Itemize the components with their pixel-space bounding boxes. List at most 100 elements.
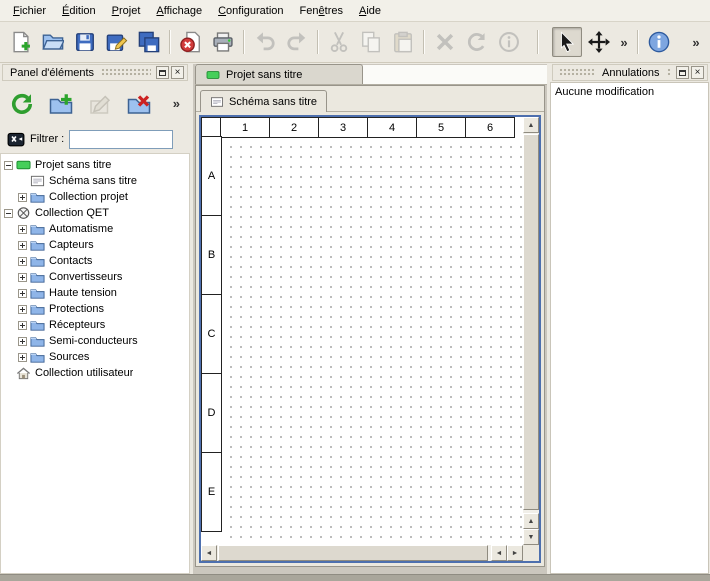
menu-configuration[interactable]: Configuration	[210, 1, 291, 21]
menu-aide[interactable]: Aide	[351, 1, 389, 21]
dock-grip[interactable]	[559, 68, 595, 77]
float-panel-button[interactable]	[156, 66, 169, 79]
edit-element-button[interactable]	[84, 88, 116, 120]
scroll-left-button[interactable]: ◄	[201, 545, 217, 561]
tree-item-schema-sans-titre[interactable]: Schéma sans titre	[1, 173, 189, 189]
close-panel-button[interactable]: ×	[171, 66, 184, 79]
menu-projet[interactable]: Projet	[104, 1, 149, 21]
tree-item-recepteurs[interactable]: Récepteurs	[1, 317, 189, 333]
elements-toolbar-overflow-button[interactable]: »	[173, 97, 180, 111]
tree-item-projet-sans-titre[interactable]: Projet sans titre	[1, 157, 189, 173]
cut-button[interactable]	[324, 27, 354, 57]
expand-icon[interactable]	[18, 289, 27, 298]
scroll-right-button[interactable]: ►	[507, 545, 523, 561]
tree-item-protections[interactable]: Protections	[1, 301, 189, 317]
project-tab-bar: Projet sans titre	[195, 65, 547, 85]
expand-icon[interactable]	[18, 305, 27, 314]
select-mode-button[interactable]	[552, 27, 582, 57]
expand-icon[interactable]	[18, 353, 27, 362]
tree-item-collection-qet[interactable]: Collection QET	[1, 205, 189, 221]
menu-affichage[interactable]: Affichage	[148, 1, 210, 21]
expand-icon[interactable]	[18, 337, 27, 346]
expand-icon[interactable]	[18, 257, 27, 266]
save-button[interactable]	[70, 27, 100, 57]
expand-icon[interactable]	[18, 273, 27, 282]
expand-icon[interactable]	[18, 193, 27, 202]
menu-edition[interactable]: Édition	[54, 1, 104, 21]
reload-collections-button[interactable]	[6, 88, 38, 120]
close-document-button[interactable]	[176, 27, 206, 57]
scroll-left-button-2[interactable]: ◄	[491, 545, 507, 561]
menu-fenetres[interactable]: Fenêtres	[292, 1, 351, 21]
tree-item-collection-projet[interactable]: Collection projet	[1, 189, 189, 205]
delete-icon	[434, 31, 456, 53]
print-button[interactable]	[208, 27, 238, 57]
tree-item-contacts[interactable]: Contacts	[1, 253, 189, 269]
close-panel-button[interactable]: ×	[691, 66, 704, 79]
save-as-button[interactable]	[102, 27, 132, 57]
selection-info-button[interactable]	[494, 27, 524, 57]
horizontal-scroll-thumb[interactable]	[218, 545, 488, 561]
tree-item-sources[interactable]: Sources	[1, 349, 189, 365]
scroll-up-button-2[interactable]: ▲	[523, 513, 539, 529]
tree-item-capteurs[interactable]: Capteurs	[1, 237, 189, 253]
close-file-icon	[180, 31, 202, 53]
dock-grip[interactable]	[667, 68, 672, 77]
toolbar-overflow-button[interactable]: »	[616, 27, 632, 57]
scroll-up-button[interactable]: ▲	[523, 117, 539, 133]
undo-button[interactable]	[250, 27, 280, 57]
paste-icon	[392, 31, 414, 53]
delete-selection-button[interactable]	[430, 27, 460, 57]
menu-fichier[interactable]: Fichier	[5, 1, 54, 21]
tree-item-collection-utilisateur[interactable]: Collection utilisateur	[1, 365, 189, 381]
pan-mode-button[interactable]	[584, 27, 614, 57]
diagram-viewport: 123456 ABCDE ▲ ▲ ▼ ◄ ◄ ►	[199, 115, 541, 563]
tree-item-semi-conducteurs[interactable]: Semi-conducteurs	[1, 333, 189, 349]
elements-panel-header[interactable]: Panel d'éléments ×	[2, 64, 188, 81]
toolbar-overflow-right-button[interactable]: »	[688, 27, 704, 57]
horizontal-scrollbar[interactable]: ◄ ◄ ►	[201, 545, 523, 561]
redo-button[interactable]	[282, 27, 312, 57]
vertical-scrollbar[interactable]: ▲ ▲ ▼	[523, 117, 539, 545]
row-header-A: A	[201, 136, 222, 216]
float-panel-button[interactable]	[676, 66, 689, 79]
close-icon: ×	[695, 68, 701, 78]
clear-filter-button[interactable]	[6, 130, 25, 149]
copy-button[interactable]	[356, 27, 386, 57]
save-all-button[interactable]	[134, 27, 164, 57]
tree-item-label: Récepteurs	[49, 319, 105, 331]
row-header-D: D	[201, 373, 222, 453]
diagram-canvas[interactable]: 123456 ABCDE	[201, 117, 523, 545]
rotate-selection-button[interactable]	[462, 27, 492, 57]
ruler-corner	[201, 117, 222, 138]
new-element-button[interactable]	[45, 88, 77, 120]
delete-element-button[interactable]	[123, 88, 155, 120]
save-as-icon	[106, 31, 128, 53]
tree-item-label: Automatisme	[49, 223, 113, 235]
collapse-icon[interactable]	[4, 209, 13, 218]
undo-history-list[interactable]: Aucune modification	[550, 82, 709, 574]
filter-input[interactable]	[69, 130, 173, 149]
expand-icon[interactable]	[18, 225, 27, 234]
dock-grip[interactable]	[101, 68, 151, 77]
scroll-down-button[interactable]: ▼	[523, 529, 539, 545]
tree-item-label: Protections	[49, 303, 104, 315]
expand-icon[interactable]	[18, 321, 27, 330]
tree-item-automatisme[interactable]: Automatisme	[1, 221, 189, 237]
new-document-button[interactable]	[6, 27, 36, 57]
float-icon	[159, 70, 166, 76]
collapse-icon[interactable]	[4, 161, 13, 170]
vertical-scroll-thumb[interactable]	[523, 134, 539, 510]
toolbar-separator	[537, 30, 539, 54]
about-button[interactable]	[644, 27, 674, 57]
undo-panel-header[interactable]: Annulations ×	[552, 64, 708, 81]
expand-icon[interactable]	[18, 241, 27, 250]
open-document-button[interactable]	[38, 27, 68, 57]
tree-item-haute-tension[interactable]: Haute tension	[1, 285, 189, 301]
cut-icon	[328, 31, 350, 53]
tab-project-sans-titre[interactable]: Projet sans titre	[195, 64, 363, 84]
refresh-icon	[10, 92, 34, 116]
paste-button[interactable]	[388, 27, 418, 57]
tab-schema-sans-titre[interactable]: Schéma sans titre	[200, 90, 327, 112]
tree-item-convertisseurs[interactable]: Convertisseurs	[1, 269, 189, 285]
